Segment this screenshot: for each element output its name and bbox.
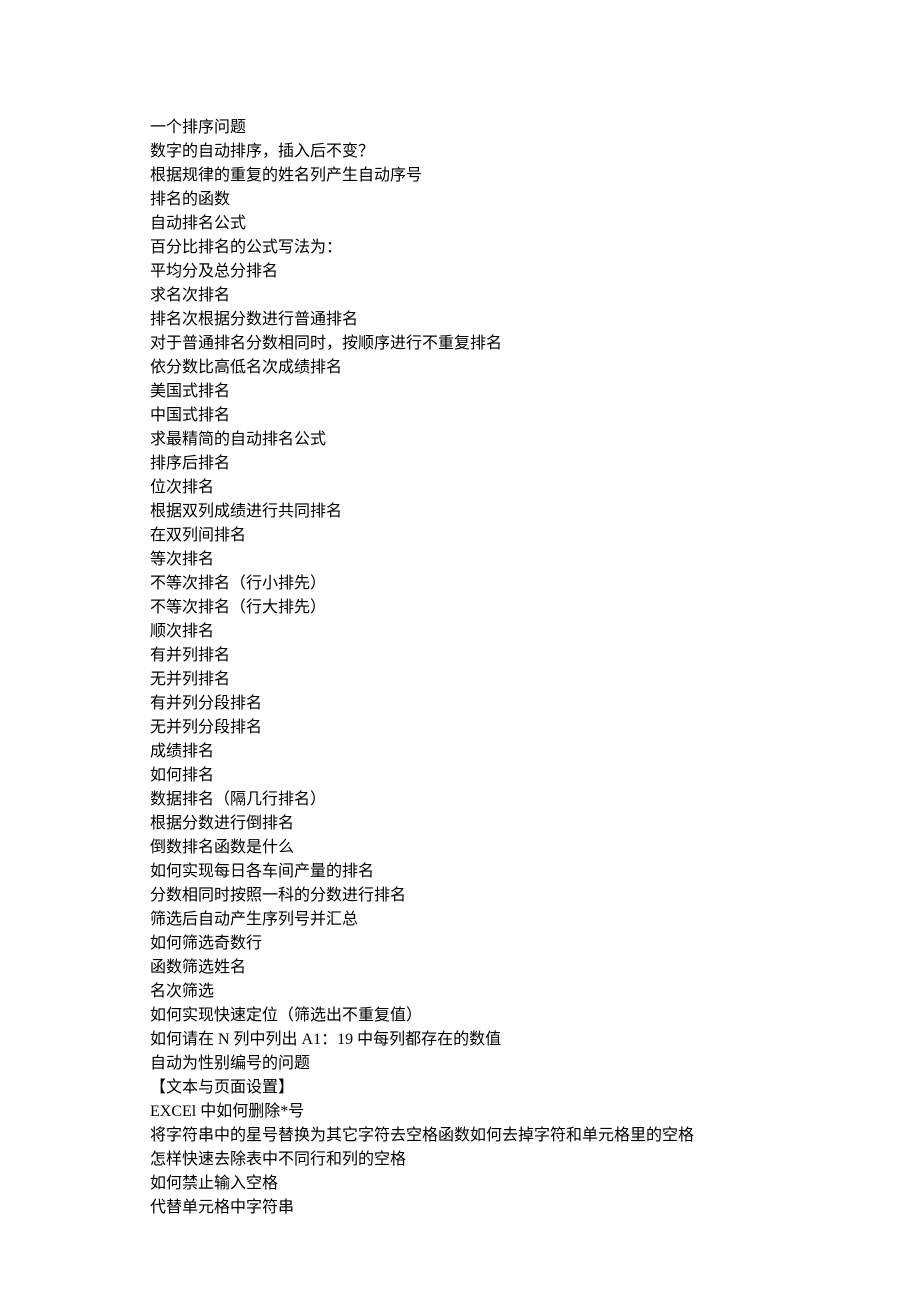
text-line: 名次筛选	[150, 980, 920, 1004]
text-line: 有并列分段排名	[150, 692, 920, 716]
text-line: 倒数排名函数是什么	[150, 836, 920, 860]
text-line: 自动为性别编号的问题	[150, 1052, 920, 1076]
text-line: 如何请在 N 列中列出 A1：19 中每列都存在的数值	[150, 1028, 920, 1052]
text-line: 求最精简的自动排名公式	[150, 428, 920, 452]
text-line: 不等次排名（行小排先）	[150, 572, 920, 596]
text-line: EXCEl 中如何删除*号	[150, 1100, 920, 1124]
text-line: 筛选后自动产生序列号并汇总	[150, 908, 920, 932]
text-line: 在双列间排名	[150, 524, 920, 548]
text-line: 无并列分段排名	[150, 716, 920, 740]
text-line: 成绩排名	[150, 740, 920, 764]
text-line: 中国式排名	[150, 404, 920, 428]
text-line: 函数筛选姓名	[150, 956, 920, 980]
text-line: 如何实现每日各车间产量的排名	[150, 860, 920, 884]
text-line: 位次排名	[150, 476, 920, 500]
text-line: 求名次排名	[150, 284, 920, 308]
text-line: 一个排序问题	[150, 116, 920, 140]
text-line: 数据排名（隔几行排名）	[150, 788, 920, 812]
text-line: 不等次排名（行大排先）	[150, 596, 920, 620]
text-line: 百分比排名的公式写法为：	[150, 236, 920, 260]
text-line: 排序后排名	[150, 452, 920, 476]
text-line: 对于普通排名分数相同时，按顺序进行不重复排名	[150, 332, 920, 356]
text-line: 排名的函数	[150, 188, 920, 212]
text-line: 代替单元格中字符串	[150, 1196, 920, 1220]
document-page: 一个排序问题 数字的自动排序，插入后不变？ 根据规律的重复的姓名列产生自动序号 …	[0, 0, 920, 1220]
text-line: 如何排名	[150, 764, 920, 788]
text-line: 依分数比高低名次成绩排名	[150, 356, 920, 380]
text-line: 根据分数进行倒排名	[150, 812, 920, 836]
text-line: 将字符串中的星号替换为其它字符去空格函数如何去掉字符和单元格里的空格	[150, 1124, 920, 1148]
text-line: 无并列排名	[150, 668, 920, 692]
text-line: 自动排名公式	[150, 212, 920, 236]
text-line: 怎样快速去除表中不同行和列的空格	[150, 1148, 920, 1172]
text-line: 平均分及总分排名	[150, 260, 920, 284]
text-line: 排名次根据分数进行普通排名	[150, 308, 920, 332]
section-heading: 【文本与页面设置】	[150, 1076, 920, 1100]
text-line: 如何实现快速定位（筛选出不重复值）	[150, 1004, 920, 1028]
text-line: 等次排名	[150, 548, 920, 572]
text-line: 美国式排名	[150, 380, 920, 404]
text-line: 顺次排名	[150, 620, 920, 644]
text-line: 数字的自动排序，插入后不变？	[150, 140, 920, 164]
text-line: 如何禁止输入空格	[150, 1172, 920, 1196]
text-line: 根据规律的重复的姓名列产生自动序号	[150, 164, 920, 188]
text-line: 如何筛选奇数行	[150, 932, 920, 956]
text-line: 根据双列成绩进行共同排名	[150, 500, 920, 524]
text-line: 有并列排名	[150, 644, 920, 668]
text-line: 分数相同时按照一科的分数进行排名	[150, 884, 920, 908]
